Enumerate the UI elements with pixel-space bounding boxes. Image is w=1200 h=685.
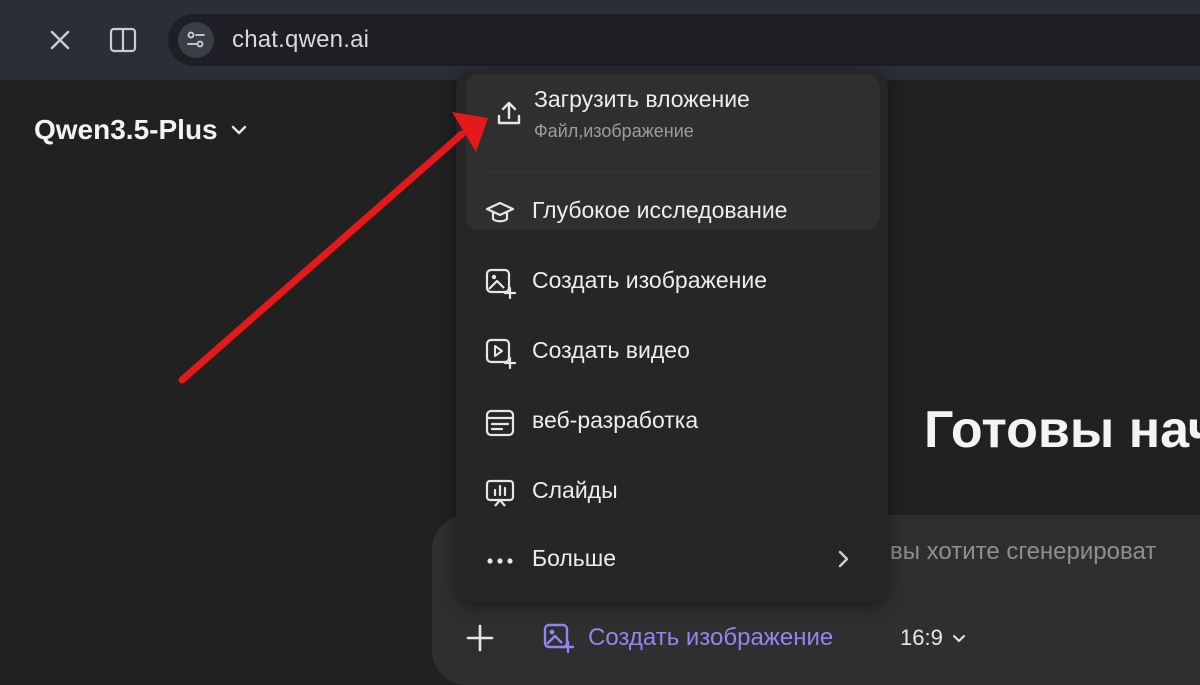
annotation-arrow-icon: [178, 112, 488, 384]
